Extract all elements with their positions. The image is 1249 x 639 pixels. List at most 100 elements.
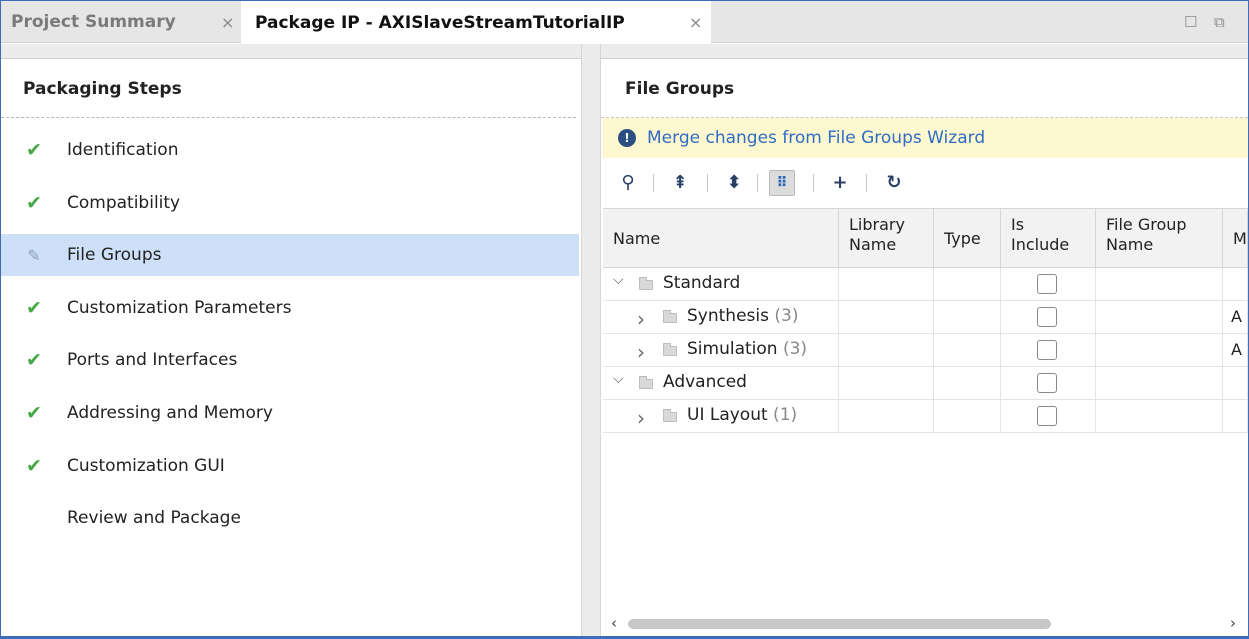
close-icon[interactable]: ×	[221, 13, 234, 32]
name-cell: ⌵ Standard	[603, 268, 839, 300]
close-icon[interactable]: ×	[689, 13, 702, 32]
check-icon: ✔	[26, 454, 42, 477]
maximize-icon[interactable]: ☐	[1184, 13, 1197, 31]
table-row[interactable]: › Simulation (3) A	[603, 334, 1248, 367]
ide-window: Project Summary × Package IP - AXISlaveS…	[0, 0, 1249, 639]
name-cell: › Synthesis (3)	[603, 301, 839, 333]
horizontal-scrollbar[interactable]: ‹ ›	[603, 614, 1248, 634]
row-count: (3)	[768, 306, 799, 326]
table-row[interactable]: › Synthesis (3) A	[603, 301, 1248, 334]
table-cell	[1223, 367, 1248, 399]
packaging-steps-panel: Packaging Steps ✔ Identification ✔ Compatib…	[1, 58, 581, 636]
step-identification[interactable]: ✔ Identification	[1, 129, 579, 171]
scrollbar-thumb[interactable]	[628, 619, 1051, 629]
tab-package-ip[interactable]: Package IP - AXISlaveStreamTutorialIP ×	[241, 1, 711, 44]
check-icon: ✔	[26, 402, 42, 424]
edit-icon: ✎	[27, 245, 41, 265]
is-include-checkbox[interactable]	[1037, 307, 1057, 327]
add-icon[interactable]: +	[827, 170, 853, 196]
toolbar-separator	[757, 174, 758, 192]
table-cell	[934, 268, 1001, 300]
step-label: File Groups	[67, 245, 162, 266]
is-include-checkbox[interactable]	[1037, 373, 1057, 393]
merge-changes-link[interactable]: Merge changes from File Groups Wizard	[647, 128, 985, 148]
table-row[interactable]: ⌵ Standard	[603, 268, 1248, 301]
column-header[interactable]: Type	[934, 209, 1001, 268]
refresh-icon[interactable]: ↻	[881, 170, 907, 196]
check-icon: ✔	[26, 191, 42, 214]
table-row[interactable]: › UI Layout (1)	[603, 400, 1248, 433]
is-include-checkbox[interactable]	[1037, 340, 1057, 360]
toolbar-separator	[813, 174, 814, 192]
table-cell	[1096, 268, 1223, 300]
table-cell	[934, 400, 1001, 432]
scroll-right-icon[interactable]: ›	[1230, 614, 1236, 632]
panel-title: File Groups	[625, 79, 735, 99]
table-cell: A	[1223, 301, 1248, 333]
chevron-down-icon[interactable]: ⌵	[613, 272, 624, 288]
column-header[interactable]: File Group Name	[1096, 209, 1223, 268]
table-cell	[1096, 400, 1223, 432]
tab-project-summary[interactable]: Project Summary ×	[1, 1, 241, 43]
step-label: Compatibility	[67, 192, 181, 213]
folder-icon	[663, 310, 677, 323]
chevron-right-icon[interactable]: ›	[637, 307, 645, 331]
file-groups-panel: File Groups ! Merge changes from File Gr…	[601, 58, 1248, 636]
column-header-label: Is	[1011, 215, 1025, 234]
splitter-handle[interactable]	[581, 44, 601, 636]
table-cell	[839, 268, 934, 300]
table-cell	[1001, 367, 1096, 399]
chevron-down-icon[interactable]: ⌵	[613, 371, 624, 387]
row-name-text: Synthesis	[687, 306, 769, 326]
table-cell	[934, 334, 1001, 366]
panel-title: Packaging Steps	[23, 79, 182, 99]
table-row[interactable]: ⌵ Advanced	[603, 367, 1248, 400]
row-name-text: Advanced	[663, 372, 747, 392]
chevron-right-icon[interactable]: ›	[637, 406, 645, 430]
table-cell	[1096, 334, 1223, 366]
tab-bar: Project Summary × Package IP - AXISlaveS…	[1, 1, 1248, 44]
check-icon: ✔	[26, 296, 42, 319]
column-header[interactable]: Name	[603, 209, 839, 268]
step-file-groups[interactable]: ✎ File Groups	[1, 234, 579, 277]
table-body: ⌵ Standard › Synthesis (3) A › Simulation (3) A…	[603, 268, 1248, 433]
table-header: Name Library Name Type Is Include File Group Na…	[603, 208, 1248, 268]
step-compatibility[interactable]: ✔ Compatibility	[1, 182, 579, 224]
is-include-checkbox[interactable]	[1037, 406, 1057, 426]
hierarchy-icon[interactable]: ⠿	[769, 170, 795, 196]
collapse-all-icon[interactable]: ⇞	[667, 170, 693, 196]
column-header-label: M	[1233, 229, 1247, 248]
chevron-right-icon[interactable]: ›	[637, 340, 645, 364]
column-header[interactable]: Library Name	[839, 209, 934, 268]
search-icon[interactable]: ⚲	[615, 170, 641, 196]
column-header[interactable]: Is Include	[1001, 209, 1096, 268]
tab-label: Project Summary	[11, 12, 176, 32]
column-header-label: Name	[849, 235, 897, 254]
row-name-text: Simulation	[687, 339, 778, 359]
step-ports-and-interfaces[interactable]: ✔ Ports and Interfaces	[1, 339, 579, 381]
step-label: Review and Package	[67, 508, 241, 529]
row-name-text: UI Layout	[687, 405, 768, 425]
step-customization-gui[interactable]: ✔ Customization GUI	[1, 445, 579, 487]
table-cell	[1223, 400, 1248, 432]
step-customization-parameters[interactable]: ✔ Customization Parameters	[1, 287, 579, 329]
step-addressing-and-memory[interactable]: ✔ Addressing and Memory	[1, 392, 579, 434]
cell-text: A	[1231, 340, 1242, 359]
column-header[interactable]: M	[1223, 209, 1248, 268]
folder-icon	[663, 343, 677, 356]
row-name: Synthesis (3)	[687, 306, 798, 326]
panel-gap	[1, 44, 1248, 58]
toolbar-separator	[707, 174, 708, 192]
column-header-label: File Group	[1106, 215, 1187, 234]
restore-icon[interactable]: ⧉	[1214, 13, 1225, 31]
name-cell: ⌵ Advanced	[603, 367, 839, 399]
expand-all-icon[interactable]: ⬍	[721, 170, 747, 196]
is-include-checkbox[interactable]	[1037, 274, 1057, 294]
table-cell	[1096, 301, 1223, 333]
check-icon: ✔	[26, 139, 42, 161]
column-header-label: Include	[1011, 235, 1070, 254]
table-cell	[1001, 301, 1096, 333]
step-review-and-package[interactable]: Review and Package	[1, 497, 579, 539]
column-header-label: Library	[849, 215, 905, 234]
scroll-left-icon[interactable]: ‹	[611, 614, 617, 632]
